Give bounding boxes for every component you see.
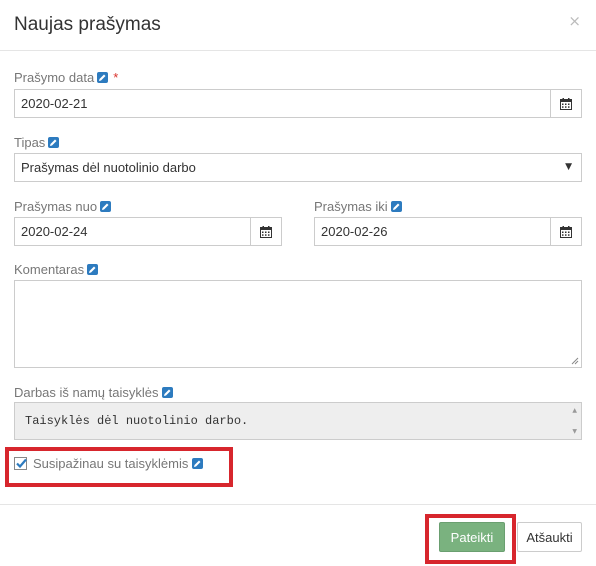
calendar-button[interactable] [250,217,282,246]
close-icon[interactable]: × [568,12,581,30]
request-date-label: Prašymo data * [14,70,118,85]
scroll-up-icon[interactable]: ▲ [572,407,577,414]
calendar-button[interactable] [550,217,582,246]
submit-button[interactable]: Pateikti [439,522,505,552]
rules-text: Taisyklės dėl nuotolinio darbo. [25,414,249,428]
edit-icon[interactable] [87,264,99,275]
resize-handle-icon[interactable] [570,356,579,365]
request-date-label-text: Prašymo data [14,70,95,85]
calendar-icon [560,225,572,238]
request-date-value: 2020-02-21 [21,96,88,111]
modal-footer-divider [0,504,596,505]
comment-label-text: Komentaras [14,262,85,277]
request-from-label: Prašymas nuo [14,199,112,214]
request-to-label: Prašymas iki [314,199,402,214]
calendar-button[interactable] [550,89,582,118]
request-from-label-text: Prašymas nuo [14,199,98,214]
type-label: Tipas [14,135,60,150]
modal-header: Naujas prašymas × [0,0,596,51]
calendar-icon [260,225,272,238]
rules-label: Darbas iš namų taisyklės [14,385,173,400]
edit-icon[interactable] [161,387,173,398]
caret-down-icon: ▼ [565,162,572,172]
request-from-value: 2020-02-24 [21,224,88,239]
calendar-icon [560,97,572,110]
request-to-input[interactable]: 2020-02-26 [314,217,582,246]
request-to-value: 2020-02-26 [321,224,388,239]
required-marker: * [113,70,119,85]
edit-icon[interactable] [97,72,109,83]
type-select[interactable]: Prašymas dėl nuotolinio darbo ▼ [14,153,582,182]
rules-label-text: Darbas iš namų taisyklės [14,385,159,400]
type-label-text: Tipas [14,135,46,150]
modal-title: Naujas prašymas [14,14,161,35]
cancel-button[interactable]: Atšaukti [517,522,582,552]
type-selected-value: Prašymas dėl nuotolinio darbo [21,160,196,175]
highlight-box-checkbox [5,447,233,487]
edit-icon[interactable] [390,201,402,212]
request-date-input[interactable]: 2020-02-21 [14,89,582,118]
rules-textarea: Taisyklės dėl nuotolinio darbo. ▲ ▼ [14,402,582,440]
edit-icon[interactable] [100,201,112,212]
scroll-down-icon[interactable]: ▼ [572,428,577,435]
request-from-input[interactable]: 2020-02-24 [14,217,282,246]
comment-textarea[interactable] [14,280,582,368]
comment-label: Komentaras [14,262,99,277]
edit-icon[interactable] [48,137,60,148]
request-to-label-text: Prašymas iki [314,199,388,214]
